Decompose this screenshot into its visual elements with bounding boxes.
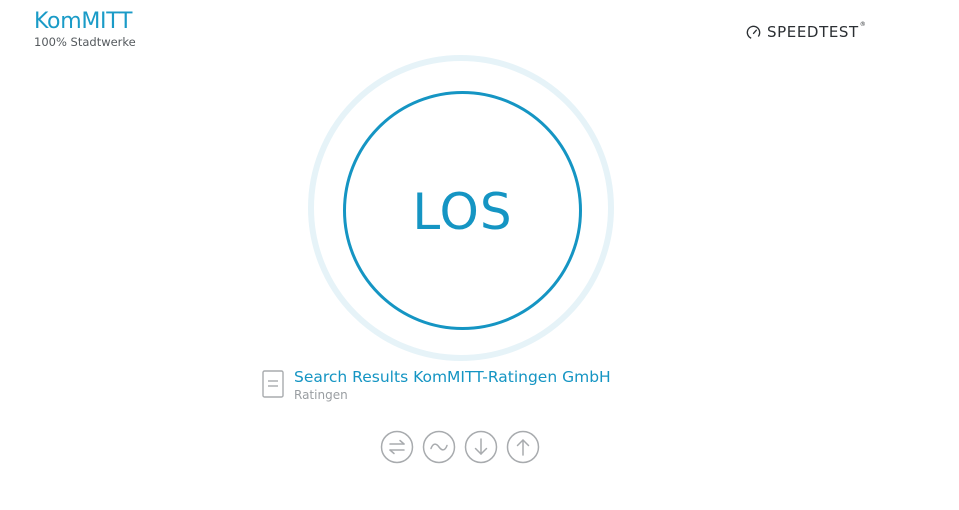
upload-icon (506, 430, 540, 464)
metrics-bar (380, 430, 540, 464)
server-name[interactable]: Search Results KomMITT-Ratingen GmbH (294, 367, 611, 387)
brand-tagline: 100% Stadtwerke (34, 35, 136, 49)
brand-logo: KomMITT 100% Stadtwerke (34, 9, 136, 50)
speedtest-label: SPEEDTEST® (767, 21, 867, 41)
start-test-button[interactable]: LOS (343, 91, 582, 330)
speedtest-logo[interactable]: SPEEDTEST® (746, 21, 867, 41)
jitter-icon (422, 430, 456, 464)
speedtest-registered-mark: ® (859, 21, 867, 28)
start-test-label: LOS (412, 182, 513, 241)
server-info: Search Results KomMITT-Ratingen GmbH Rat… (294, 367, 611, 402)
brand-name: KomMITT (34, 9, 133, 34)
download-icon (464, 430, 498, 464)
speedometer-icon (746, 25, 761, 39)
server-location: Ratingen (294, 388, 348, 402)
document-icon (262, 370, 284, 398)
ping-icon (380, 430, 414, 464)
server-selector[interactable]: Search Results KomMITT-Ratingen GmbH Rat… (262, 367, 611, 402)
